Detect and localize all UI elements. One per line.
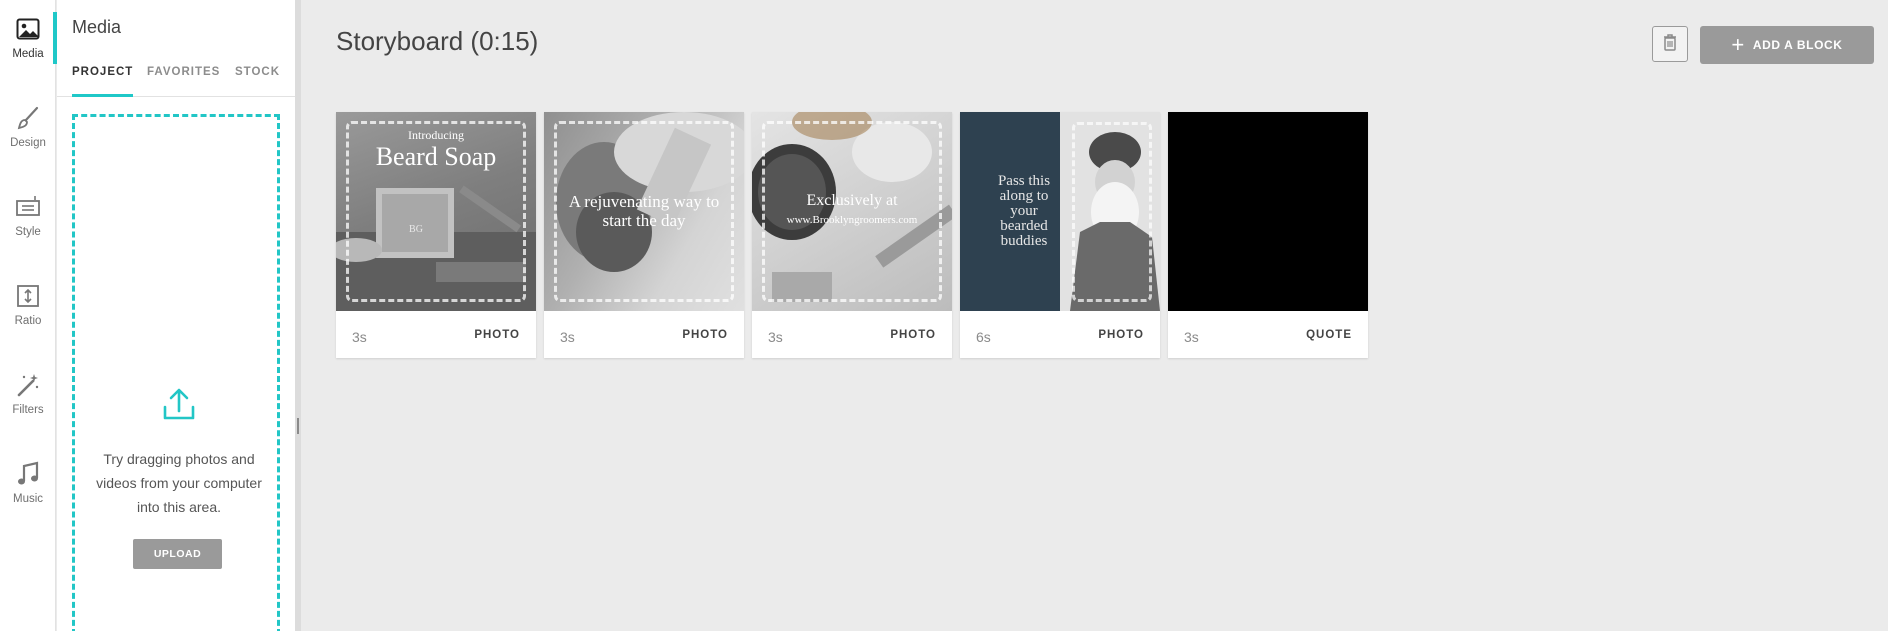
card-thumbnail: A rejuvenating way to start the day (544, 112, 744, 311)
rail-item-ratio[interactable]: Ratio (0, 267, 56, 347)
image-icon (15, 16, 41, 42)
tab-stock[interactable]: STOCK (235, 64, 280, 97)
card-overlay-title: Beard Soap (375, 142, 497, 171)
storyboard-card[interactable]: Exclusively at www.Brooklyngroomers.com … (752, 112, 952, 358)
card-overlay-text: Pass this along to your bearded buddies (997, 173, 1051, 249)
rail-item-label: Design (10, 137, 46, 149)
tab-project[interactable]: PROJECT (72, 64, 134, 97)
card-duration: 3s (560, 329, 575, 345)
card-type: PHOTO (1098, 329, 1144, 341)
brush-icon (15, 105, 41, 131)
storyboard-card[interactable]: A rejuvenating way to start the day 3s P… (544, 112, 744, 358)
panel-title: Media (72, 17, 122, 37)
safe-area-frame (1072, 122, 1152, 302)
rail-item-style[interactable]: Style (0, 178, 56, 258)
trash-icon (1662, 33, 1678, 56)
tool-rail: Media Design Style Ratio Filters Music (0, 0, 57, 631)
card-thumbnail: Pass this along to your bearded buddies (960, 112, 1160, 311)
card-overlay-text: A rejuvenating way to start the day (568, 192, 720, 230)
tab-favorites[interactable]: FAVORITES (147, 64, 220, 97)
rail-item-label: Music (12, 493, 44, 505)
card-duration: 6s (976, 329, 991, 345)
app-root: Media Design Style Ratio Filters Music M… (0, 0, 1888, 631)
card-thumbnail (1168, 112, 1368, 311)
card-footer: 3s PHOTO (752, 311, 952, 358)
card-footer: 3s PHOTO (544, 311, 744, 358)
upload-icon (162, 387, 196, 421)
storyboard-card[interactable]: BG Introducing Beard Soap 3s PHOTO (336, 112, 536, 358)
storyboard-card[interactable]: Pass this along to your bearded buddies … (960, 112, 1160, 358)
music-note-icon (15, 461, 41, 487)
storyboard-card[interactable]: 3s QUOTE (1168, 112, 1368, 358)
safe-area-frame (762, 121, 942, 302)
magic-wand-icon (15, 372, 41, 398)
add-block-label: ADD A BLOCK (1752, 38, 1843, 52)
card-footer: 3s PHOTO (336, 311, 536, 358)
storyboard-title: Storyboard (0:15) (336, 26, 539, 56)
rail-item-design[interactable]: Design (0, 89, 56, 169)
media-panel: Media PROJECT FAVORITES STOCK Try draggi… (57, 0, 295, 631)
rail-item-label: Ratio (14, 315, 42, 327)
rail-item-media[interactable]: Media (0, 0, 57, 80)
upload-dropzone[interactable]: Try dragging photos and videos from your… (72, 114, 280, 631)
card-duration: 3s (352, 329, 367, 345)
card-overlay-url: www.Brooklyngroomers.com (786, 214, 918, 226)
plus-icon: + (1731, 32, 1745, 57)
card-duration: 3s (1184, 329, 1199, 345)
panel-resizer[interactable] (295, 0, 301, 631)
card-footer: 3s QUOTE (1168, 311, 1368, 358)
media-tabs: PROJECT FAVORITES STOCK (57, 64, 295, 97)
card-duration: 3s (768, 329, 783, 345)
delete-button[interactable] (1652, 26, 1688, 62)
card-overlay-small: Introducing (408, 128, 464, 142)
resize-handle[interactable] (297, 418, 299, 434)
rail-item-label: Media (12, 48, 44, 60)
card-type: PHOTO (890, 329, 936, 341)
card-type: PHOTO (682, 329, 728, 341)
card-type: PHOTO (474, 329, 520, 341)
aspect-ratio-icon (15, 283, 41, 309)
card-type: QUOTE (1306, 329, 1352, 341)
text-style-icon (15, 194, 41, 220)
rail-item-filters[interactable]: Filters (0, 356, 56, 436)
upload-button[interactable]: UPLOAD (133, 539, 222, 569)
card-thumbnail: BG Introducing Beard Soap (336, 112, 536, 311)
rail-item-label: Style (15, 226, 41, 238)
dropzone-hint: Try dragging photos and videos from your… (96, 451, 262, 515)
rail-item-label: Filters (12, 404, 44, 416)
card-thumbnail: Exclusively at www.Brooklyngroomers.com (752, 112, 952, 311)
rail-item-music[interactable]: Music (0, 445, 56, 525)
card-footer: 6s PHOTO (960, 311, 1160, 358)
add-block-button[interactable]: + ADD A BLOCK (1700, 26, 1874, 64)
card-overlay-text: Exclusively at (806, 192, 898, 209)
